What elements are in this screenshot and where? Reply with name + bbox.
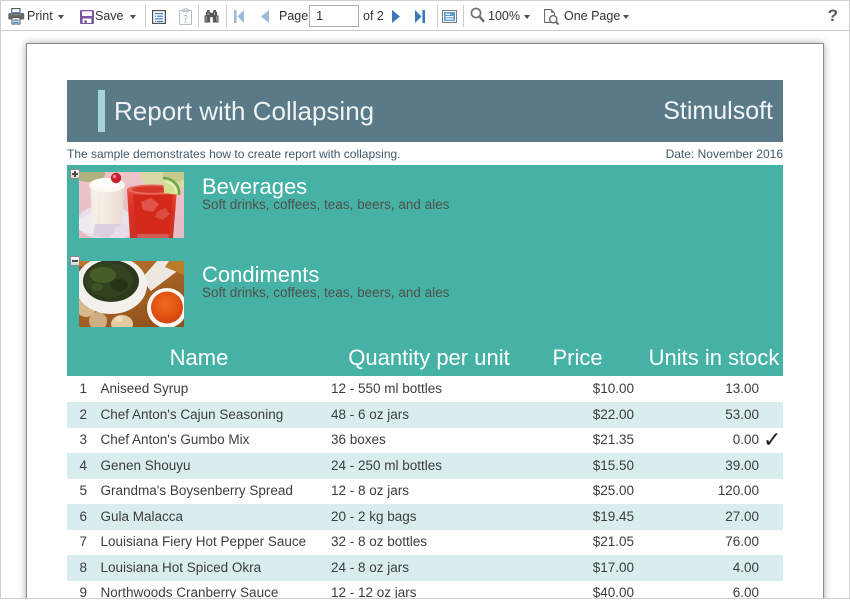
svg-text:?: ? — [183, 13, 188, 23]
